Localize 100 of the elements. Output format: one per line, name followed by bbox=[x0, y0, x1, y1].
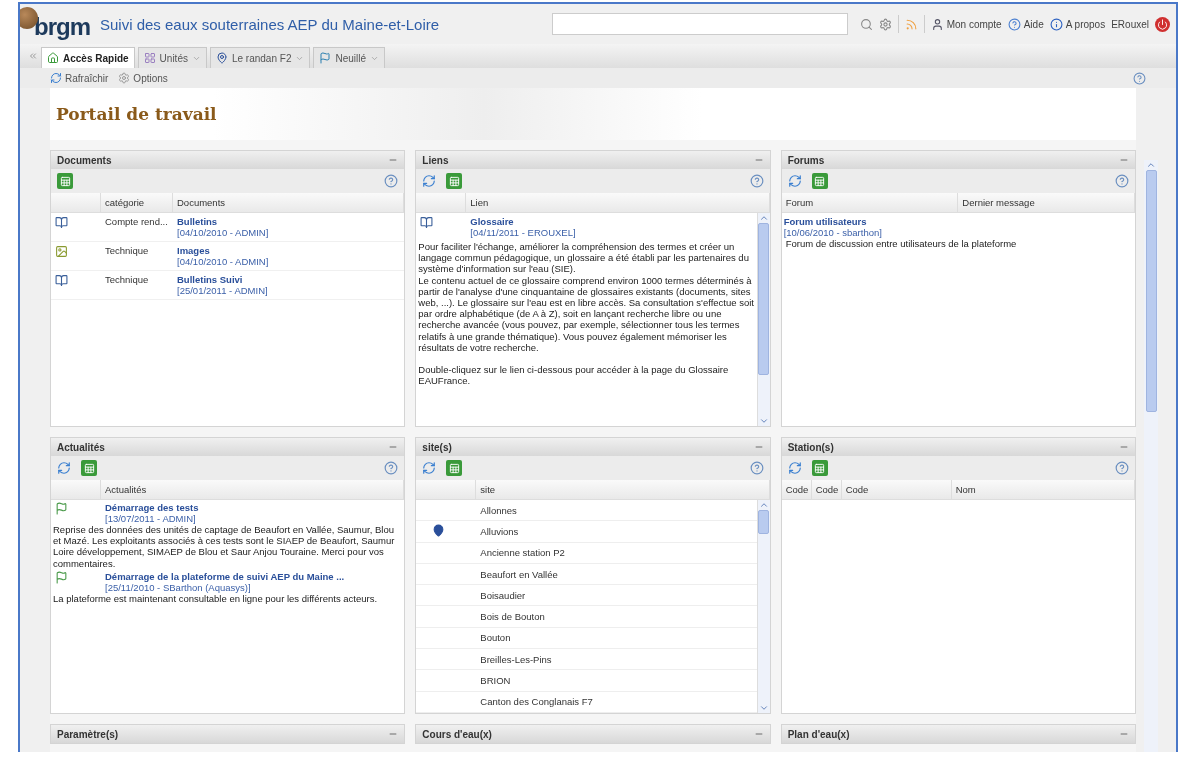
panel-title: Actualités bbox=[57, 441, 105, 453]
flag-icon bbox=[319, 52, 332, 64]
home-icon bbox=[47, 52, 59, 64]
column-header[interactable]: Code bbox=[841, 480, 952, 499]
scroll-thumb[interactable] bbox=[1145, 170, 1157, 412]
document-link[interactable]: Bulletins Suivi bbox=[177, 274, 405, 285]
column-header[interactable]: Forum bbox=[781, 193, 959, 212]
help-icon bbox=[1007, 17, 1021, 31]
header-link[interactable]: Mon compte bbox=[930, 17, 1002, 31]
spreadsheet-icon[interactable] bbox=[57, 173, 73, 189]
link-description: Le contenu actuel de ce glossaire comprend environ 1000 termes déterminés à partir de l'analyse d'une cinquantaine de glossaires existants (documents, sites web, ...). Le glossaire sur l'eau est en libre accès. Sa consultation s'effectue soit par ordre alphabétique (de A à Z), soit en lançant recherche libre ou une recherche avancée (vous pouvez, par exemple, sélectionner tous les termes relatifs à une grande thématique). Vous pouvez également mémoriser les résultats de votre recherche. bbox=[417, 274, 755, 354]
column-header[interactable]: Documents bbox=[173, 193, 405, 212]
help-icon[interactable] bbox=[1133, 71, 1146, 85]
logout-icon[interactable] bbox=[1155, 16, 1170, 32]
forum-link[interactable]: Forum utilisateurs bbox=[783, 216, 1133, 227]
help-icon[interactable] bbox=[749, 461, 764, 475]
panel-title: Forums bbox=[787, 154, 825, 166]
scrollbar[interactable] bbox=[756, 500, 770, 713]
page-title: Portail de travail bbox=[56, 104, 217, 124]
help-icon[interactable] bbox=[1115, 174, 1129, 188]
user-name[interactable]: ERouxel bbox=[1111, 18, 1149, 30]
help-icon[interactable] bbox=[384, 174, 399, 188]
site-item[interactable]: BRION bbox=[476, 675, 757, 686]
link-title[interactable]: Glossaire bbox=[470, 216, 757, 227]
spreadsheet-icon[interactable] bbox=[446, 173, 463, 189]
scroll-thumb[interactable] bbox=[758, 510, 770, 534]
spreadsheet-icon[interactable] bbox=[811, 173, 828, 189]
panel-title: Documents bbox=[57, 154, 112, 166]
header-link[interactable]: Aide bbox=[1007, 17, 1044, 31]
category-cell-text: Technique bbox=[104, 274, 150, 285]
spreadsheet-icon[interactable] bbox=[811, 460, 828, 476]
flag-icon bbox=[55, 502, 68, 515]
site-item[interactable]: Boisaudier bbox=[476, 589, 757, 601]
news-description: La plateforme est maintenant consultable en ligne pour les différents acteurs. bbox=[52, 592, 379, 604]
rss-icon[interactable] bbox=[904, 17, 918, 31]
search-icon[interactable] bbox=[859, 17, 873, 31]
column-header[interactable]: Code bbox=[811, 480, 842, 499]
site-item[interactable]: Bouton bbox=[476, 632, 757, 644]
settings-icon[interactable] bbox=[878, 17, 892, 31]
scrollbar[interactable] bbox=[756, 213, 770, 426]
pin-icon bbox=[432, 523, 446, 537]
refresh-icon[interactable] bbox=[422, 174, 437, 188]
document-meta: [25/01/2011 - ADMIN] bbox=[177, 285, 269, 296]
site-item[interactable]: Bois de Bouton bbox=[476, 611, 757, 623]
column-header[interactable]: Dernier message bbox=[958, 193, 1135, 212]
panel-title: Liens bbox=[422, 154, 449, 166]
site-item[interactable]: Canton des Conglanais F7 bbox=[476, 696, 757, 708]
scroll-up-icon bbox=[758, 500, 769, 510]
scroll-up-icon[interactable] bbox=[1146, 160, 1156, 170]
column-header[interactable]: Nom bbox=[951, 480, 1135, 499]
pin-icon bbox=[215, 52, 228, 64]
panel-title: site(s) bbox=[422, 441, 452, 453]
document-link[interactable]: Images bbox=[177, 245, 405, 256]
scroll-down-icon bbox=[758, 703, 769, 713]
refresh-button[interactable]: Rafraîchir bbox=[50, 72, 109, 84]
category-cell-text: Compte rend... bbox=[104, 216, 169, 227]
column-header[interactable]: Code bbox=[781, 480, 812, 499]
site-item[interactable]: Breilles-Les-Pins bbox=[476, 653, 757, 665]
panel-title: Cours d'eau(x) bbox=[422, 728, 492, 740]
column-header[interactable]: catégorie bbox=[101, 193, 173, 212]
spreadsheet-icon[interactable] bbox=[446, 460, 463, 476]
scroll-thumb[interactable] bbox=[758, 223, 770, 375]
options-button[interactable]: Options bbox=[118, 72, 168, 84]
site-item[interactable]: Allonnes bbox=[476, 504, 757, 516]
site-item[interactable]: Alluvions bbox=[476, 525, 757, 537]
logo-text: brgm bbox=[34, 13, 90, 41]
panel-title: Plan d'eau(x) bbox=[787, 728, 850, 740]
app-title: Suivi des eaux souterraines AEP du Maine-et-Loire bbox=[100, 15, 440, 33]
book-icon bbox=[420, 216, 434, 229]
search-field[interactable] bbox=[551, 13, 848, 35]
info-icon bbox=[1049, 17, 1063, 31]
refresh-icon[interactable] bbox=[787, 461, 802, 475]
tab[interactable]: Unités bbox=[137, 47, 207, 68]
site-item[interactable]: Ancienne station P2 bbox=[476, 547, 757, 559]
tab[interactable]: Le randan F2 bbox=[209, 47, 311, 68]
refresh-icon bbox=[50, 72, 62, 84]
refresh-icon[interactable] bbox=[787, 174, 802, 188]
help-icon[interactable] bbox=[749, 174, 764, 188]
category-cell-text: Technique bbox=[104, 245, 150, 256]
book-icon bbox=[55, 216, 68, 229]
help-icon[interactable] bbox=[384, 461, 399, 475]
news-link[interactable]: Démarrage des tests bbox=[105, 502, 405, 513]
tab[interactable]: Neuillé bbox=[313, 47, 386, 68]
news-meta: [13/07/2011 - ADMIN] bbox=[105, 513, 197, 524]
document-link[interactable]: Bulletins bbox=[177, 216, 405, 227]
site-item[interactable]: Beaufort en Vallée bbox=[476, 568, 757, 580]
scroll-up-icon bbox=[758, 213, 769, 223]
spreadsheet-icon[interactable] bbox=[81, 460, 97, 476]
document-meta: [04/10/2010 - ADMIN] bbox=[177, 256, 270, 267]
header-link[interactable]: A propos bbox=[1049, 17, 1106, 31]
document-meta: [04/10/2010 - ADMIN] bbox=[177, 227, 270, 238]
tab[interactable]: Accès Rapide bbox=[41, 47, 135, 68]
refresh-icon[interactable] bbox=[422, 461, 437, 475]
page-scrollbar[interactable] bbox=[1144, 160, 1158, 752]
refresh-icon[interactable] bbox=[57, 461, 71, 475]
news-description: Reprise des données des unités de captage de Beaufort en Vallée, Saumur, Blou et Mazé. Les exploitants associés à ces tests sont le SIAEP de Beaufort, Saumur Loire développement, SIMAEP de Blou et Saur Anjou Touraine. Merci pour vos commentaires. bbox=[52, 524, 396, 569]
help-icon[interactable] bbox=[1115, 461, 1129, 475]
grid-icon bbox=[143, 52, 156, 64]
collapse-icon[interactable] bbox=[28, 51, 38, 61]
news-link[interactable]: Démarrage de la plateforme de suivi AEP du Maine ... bbox=[105, 570, 405, 582]
